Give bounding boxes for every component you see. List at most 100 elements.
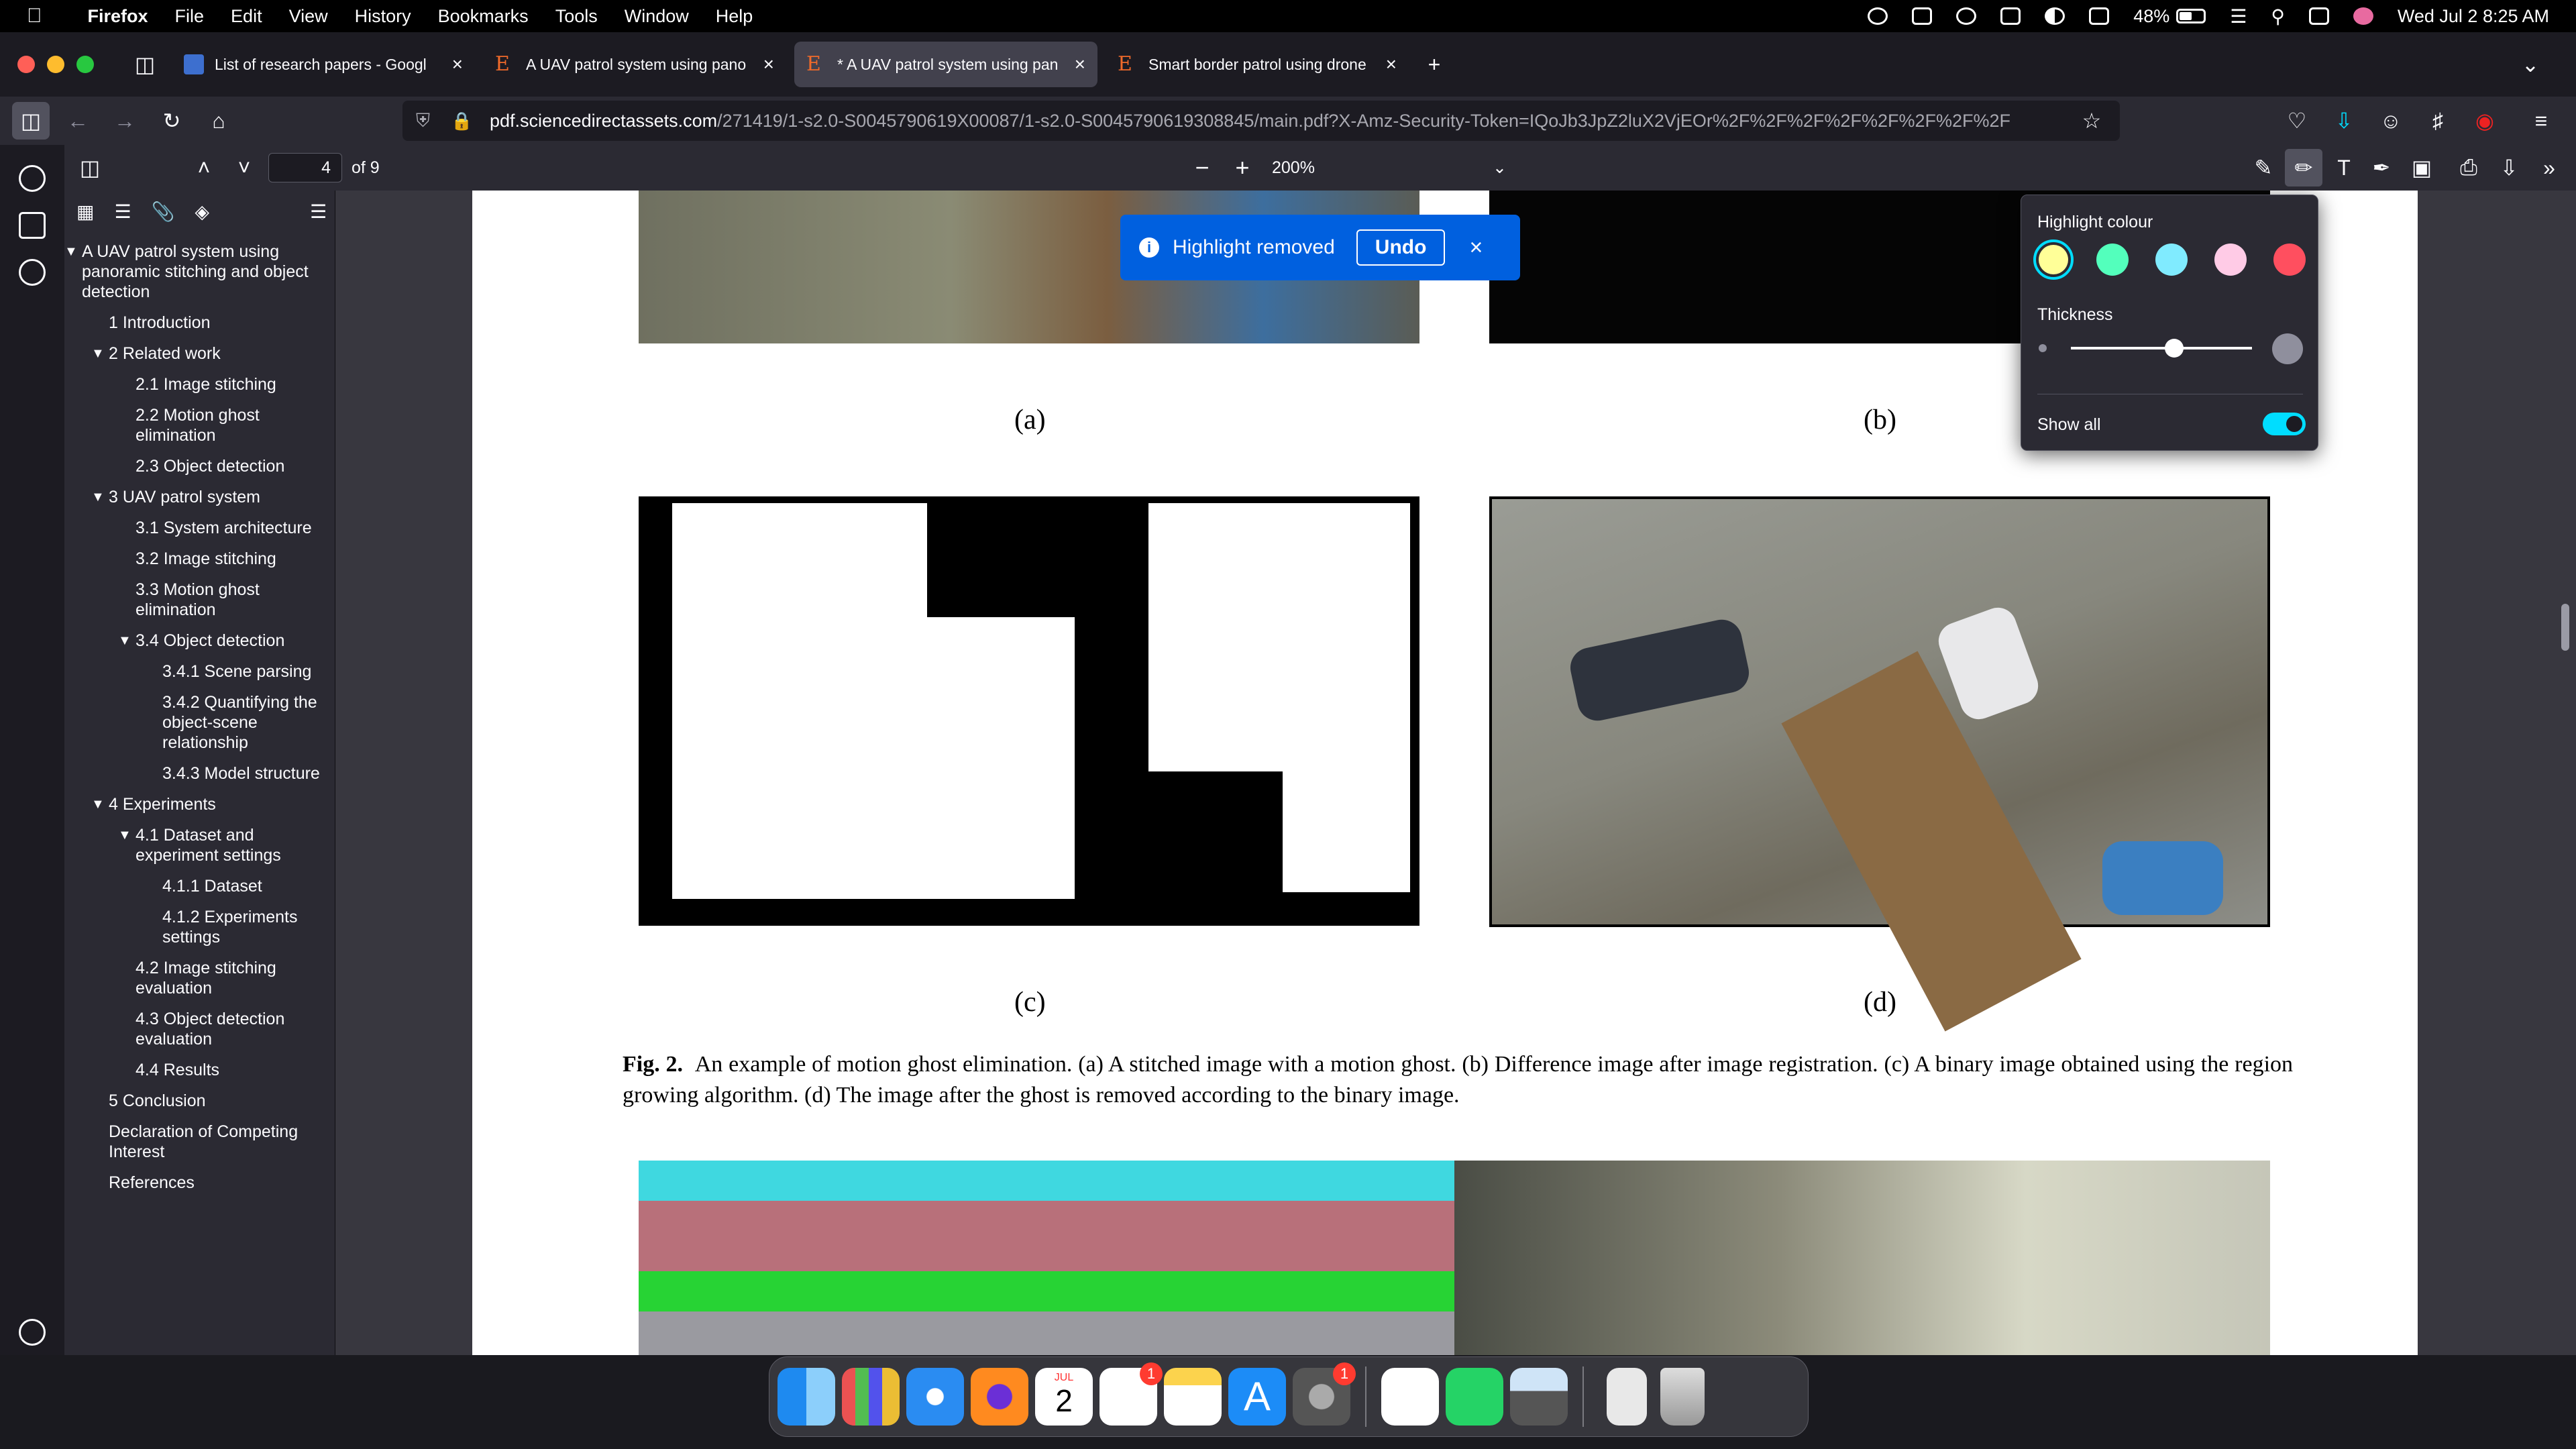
close-tab-icon[interactable]: × bbox=[763, 54, 774, 75]
outline-item[interactable]: ▼ 4.1 Dataset and experiment settings bbox=[64, 825, 335, 865]
outline-item[interactable]: 2.3 Object detection bbox=[64, 456, 335, 476]
reload-button[interactable]: ↻ bbox=[153, 102, 191, 140]
trash-icon[interactable] bbox=[1660, 1368, 1705, 1426]
zoom-in-icon[interactable]: + bbox=[1224, 149, 1261, 186]
outline-item[interactable]: 3.2 Image stitching bbox=[64, 549, 335, 569]
tab-research-papers[interactable]: List of research papers - Googl × bbox=[172, 42, 475, 87]
highlight-tool-icon[interactable]: ✏ bbox=[2285, 149, 2322, 186]
battery-status[interactable]: 48% bbox=[2133, 6, 2206, 27]
find-current-outline-icon[interactable]: ☰ bbox=[310, 201, 327, 223]
outline-item[interactable]: ▼ A UAV patrol system using panoramic sti… bbox=[64, 241, 335, 302]
outline-item[interactable]: ▼ 4 Experiments bbox=[64, 794, 335, 814]
tab-overview-icon[interactable]: ◫ bbox=[126, 46, 164, 83]
more-tools-icon[interactable]: » bbox=[2530, 149, 2568, 186]
draw-tool-icon[interactable]: ✒ bbox=[2363, 149, 2400, 186]
notes-icon[interactable] bbox=[1164, 1368, 1222, 1426]
zoom-select[interactable]: 200% ⌄ bbox=[1272, 153, 1513, 182]
account-icon[interactable]: ☺ bbox=[2372, 102, 2410, 140]
expand-triangle-icon[interactable]: ▼ bbox=[118, 825, 131, 845]
menu-view[interactable]: View bbox=[289, 6, 328, 27]
launchpad-icon[interactable] bbox=[842, 1368, 900, 1426]
menu-help[interactable]: Help bbox=[716, 6, 753, 27]
list-all-tabs-chevron-icon[interactable]: ⌄ bbox=[2512, 46, 2549, 83]
menu-bookmarks[interactable]: Bookmarks bbox=[438, 6, 529, 27]
document-scrollbar[interactable] bbox=[2561, 604, 2569, 651]
lock-icon[interactable]: 🔒 bbox=[451, 111, 472, 131]
whatsapp-icon[interactable] bbox=[1446, 1368, 1503, 1426]
next-page-icon[interactable]: ˅ bbox=[225, 149, 263, 186]
highlight-colour-swatch[interactable] bbox=[2033, 239, 2074, 280]
finder-icon[interactable] bbox=[777, 1368, 835, 1426]
highlight-colour-swatch[interactable] bbox=[2214, 244, 2247, 276]
extensions-icon[interactable]: ♯ bbox=[2419, 102, 2457, 140]
thumbnails-view-icon[interactable]: ▦ bbox=[76, 201, 94, 223]
layers-view-icon[interactable]: ◈ bbox=[195, 201, 209, 223]
outline-item[interactable]: ▼ 3.4 Object detection bbox=[64, 631, 335, 651]
undo-button[interactable]: Undo bbox=[1356, 229, 1446, 266]
new-tab-button[interactable]: + bbox=[1415, 46, 1453, 83]
tab-uav-patrol-2-active[interactable]: E * A UAV patrol system using pan × bbox=[794, 42, 1097, 87]
back-button[interactable]: ← bbox=[59, 102, 97, 140]
firefox-icon[interactable] bbox=[971, 1368, 1028, 1426]
zoom-out-icon[interactable]: − bbox=[1183, 149, 1221, 186]
save-download-icon[interactable]: ⇩ bbox=[2490, 149, 2528, 186]
play-status-icon[interactable] bbox=[1956, 7, 1977, 25]
minimize-window-button[interactable] bbox=[47, 56, 64, 73]
outline-item[interactable]: 4.4 Results bbox=[64, 1060, 335, 1080]
outline-item[interactable]: 3.3 Motion ghost elimination bbox=[64, 580, 335, 620]
outline-item[interactable]: 3.1 System architecture bbox=[64, 518, 335, 538]
outline-item[interactable]: 4.1.2 Experiments settings bbox=[64, 907, 335, 947]
forward-button[interactable]: → bbox=[106, 102, 144, 140]
show-all-toggle[interactable] bbox=[2263, 413, 2306, 435]
documents-stack-icon[interactable] bbox=[1607, 1368, 1647, 1426]
attachments-view-icon[interactable]: 📎 bbox=[152, 201, 175, 223]
outline-item[interactable]: 4.1.1 Dataset bbox=[64, 876, 335, 896]
system-settings-icon[interactable]: 1 bbox=[1293, 1362, 1356, 1426]
pocket-icon[interactable]: ♡ bbox=[2278, 102, 2316, 140]
outline-item[interactable]: 3.4.2 Quantifying the object-scene relat… bbox=[64, 692, 335, 753]
app-menu-firefox[interactable]: Firefox bbox=[88, 6, 148, 27]
layers-status-icon[interactable] bbox=[2089, 7, 2110, 25]
tracking-protection-shield-icon[interactable]: ⛨ bbox=[416, 110, 430, 132]
menu-window[interactable]: Window bbox=[625, 6, 689, 27]
toggle-sidebar-icon[interactable]: ◫ bbox=[71, 149, 109, 186]
add-image-icon[interactable]: ▣ bbox=[2403, 149, 2440, 186]
outline-item[interactable]: 4.2 Image stitching evaluation bbox=[64, 958, 335, 998]
expand-triangle-icon[interactable]: ▼ bbox=[91, 487, 105, 507]
tab-smart-border-patrol[interactable]: E Smart border patrol using drone × bbox=[1106, 42, 1409, 87]
apple-menu-icon[interactable]:  bbox=[27, 5, 42, 28]
user-avatar-icon[interactable] bbox=[2353, 7, 2373, 25]
chatgpt-sidebar-icon[interactable] bbox=[19, 165, 46, 192]
outline-item[interactable]: 2.2 Motion ghost elimination bbox=[64, 405, 335, 445]
outline-item[interactable]: 1 Introduction bbox=[64, 313, 335, 333]
safari-icon[interactable] bbox=[906, 1368, 964, 1426]
close-tab-icon[interactable]: × bbox=[1075, 54, 1085, 75]
highlight-colour-swatch[interactable] bbox=[2155, 244, 2188, 276]
outline-item[interactable]: 5 Conclusion bbox=[64, 1091, 335, 1111]
close-toast-icon[interactable]: × bbox=[1469, 235, 1483, 261]
calendar-icon[interactable]: JUL 2 bbox=[1035, 1368, 1093, 1426]
outline-item[interactable]: Declaration of Competing Interest bbox=[64, 1122, 335, 1162]
ublock-icon[interactable]: ◉ bbox=[2466, 102, 2504, 140]
menu-tools[interactable]: Tools bbox=[555, 6, 598, 27]
expand-triangle-icon[interactable]: ▼ bbox=[118, 631, 131, 651]
tab-uav-patrol-1[interactable]: E A UAV patrol system using pano × bbox=[483, 42, 786, 87]
sidebar-toggle-icon[interactable]: ◫ bbox=[12, 102, 50, 140]
outline-item[interactable]: 3.4.3 Model structure bbox=[64, 763, 335, 784]
outline-view-icon[interactable]: ☰ bbox=[114, 201, 131, 223]
outline-item[interactable]: References bbox=[64, 1173, 335, 1193]
zoom-window-button[interactable] bbox=[76, 56, 94, 73]
history-clock-icon[interactable] bbox=[19, 259, 46, 286]
outline-item[interactable]: ▼ 3 UAV patrol system bbox=[64, 487, 335, 507]
wifi-icon[interactable]: ☰ bbox=[2230, 5, 2247, 28]
display-status-icon[interactable] bbox=[2000, 7, 2021, 25]
thickness-slider-thumb[interactable] bbox=[2165, 339, 2184, 358]
highlight-colour-swatch[interactable] bbox=[2273, 244, 2306, 276]
outline-item[interactable]: 2.1 Image stitching bbox=[64, 374, 335, 394]
preview-icon[interactable] bbox=[1510, 1368, 1568, 1426]
outline-item[interactable]: 4.3 Object detection evaluation bbox=[64, 1009, 335, 1049]
downloads-icon[interactable]: ⇩ bbox=[2325, 102, 2363, 140]
menubar-clock[interactable]: Wed Jul 2 8:25 AM bbox=[2398, 6, 2549, 27]
contrast-status-icon[interactable] bbox=[2045, 7, 2065, 25]
bookmark-star-icon[interactable]: ☆ bbox=[2073, 102, 2110, 140]
